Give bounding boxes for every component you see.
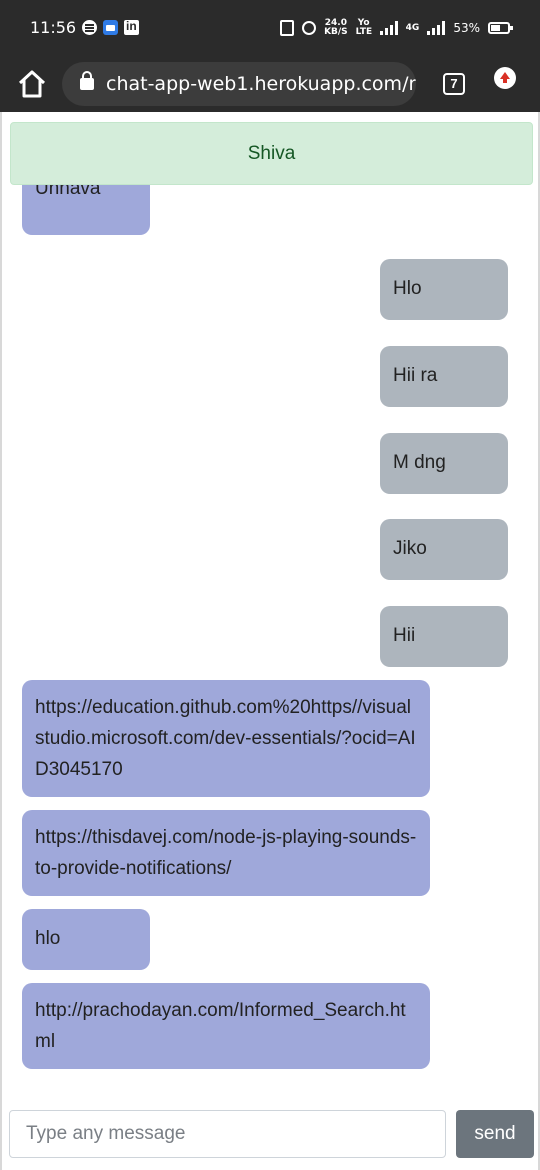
battery-icon <box>488 22 513 34</box>
message-bubble-sent: M dng <box>380 433 508 494</box>
battery-percent: 53% <box>453 21 480 35</box>
status-time: 11:56 <box>30 18 77 37</box>
chat-header: Shiva <box>10 122 533 185</box>
message-bubble-sent: Hii <box>380 606 508 667</box>
home-icon[interactable] <box>14 66 50 102</box>
spotify-icon <box>82 20 97 35</box>
message-bubble-sent: Jiko <box>380 519 508 580</box>
network-speed: 24.0 KB/S <box>324 19 348 37</box>
message-bubble-sent: Hlo <box>380 259 508 320</box>
chat-page: Shiva Unnava Hlo Hii ra M dng Jiko Hii h… <box>0 112 540 1170</box>
message-bubble-received: https://thisdavej.com/node-js-playing-so… <box>22 810 430 896</box>
alarm-icon <box>302 21 317 35</box>
linkedin-icon <box>124 19 139 35</box>
network-type: 4G <box>405 22 420 33</box>
url-text: chat-app-web1.herokuapp.com/n <box>106 73 416 95</box>
volte-label: Yo LTE <box>355 18 373 37</box>
message-bubble-sent: Hii ra <box>380 346 508 407</box>
message-bubble-received: https://education.github.com%20https//vi… <box>22 680 430 797</box>
status-bar: 11:56 24.0 KB/S Yo LTE 4G 53% <box>0 0 540 56</box>
status-indicators: 24.0 KB/S Yo LTE 4G 53% <box>280 16 513 40</box>
send-button[interactable]: send <box>456 1110 534 1158</box>
message-bubble-received: http://prachodayan.com/Informed_Search.h… <box>22 983 430 1069</box>
message-bubble-received: Unnava <box>22 185 150 235</box>
tab-switcher-button[interactable]: 7 <box>443 73 465 95</box>
app-icon <box>103 20 118 35</box>
update-icon[interactable] <box>494 67 516 89</box>
vibrate-icon <box>280 20 295 36</box>
browser-toolbar: chat-app-web1.herokuapp.com/n 7 <box>0 56 540 112</box>
message-input[interactable] <box>9 1110 446 1158</box>
signal-icon <box>379 21 398 35</box>
message-bubble-received: hlo <box>22 909 150 970</box>
address-bar[interactable]: chat-app-web1.herokuapp.com/n <box>62 62 416 106</box>
signal-icon-2 <box>427 21 446 35</box>
speed-unit: KB/S <box>324 27 348 37</box>
message-list[interactable]: Unnava Hlo Hii ra M dng Jiko Hii https:/… <box>2 185 540 1095</box>
lock-icon <box>80 71 94 90</box>
